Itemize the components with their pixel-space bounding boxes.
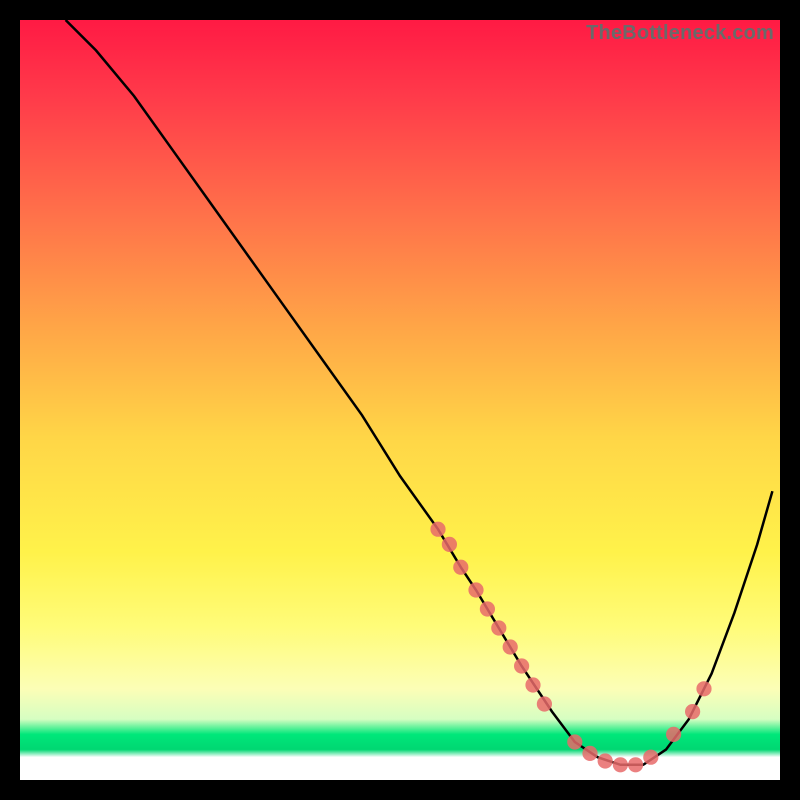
curve-marker — [643, 750, 658, 765]
chart-svg — [20, 20, 780, 780]
curve-marker — [503, 639, 518, 654]
curve-marker — [480, 601, 495, 616]
curve-marker — [537, 696, 552, 711]
curve-marker — [442, 537, 457, 552]
curve-marker — [514, 658, 529, 673]
curve-marker — [582, 746, 597, 761]
curve-marker — [628, 757, 643, 772]
plot-area: TheBottleneck.com — [20, 20, 780, 780]
curve-marker — [453, 560, 468, 575]
curve-marker — [598, 753, 613, 768]
curve-marker — [491, 620, 506, 635]
curve-marker — [567, 734, 582, 749]
curve-line — [66, 20, 773, 765]
curve-marker — [685, 704, 700, 719]
curve-marker — [430, 522, 445, 537]
curve-marker — [525, 677, 540, 692]
curve-markers — [430, 522, 711, 773]
curve-marker — [468, 582, 483, 597]
curve-marker — [613, 757, 628, 772]
curve-marker — [696, 681, 711, 696]
curve-marker — [666, 727, 681, 742]
chart-frame: TheBottleneck.com — [0, 0, 800, 800]
